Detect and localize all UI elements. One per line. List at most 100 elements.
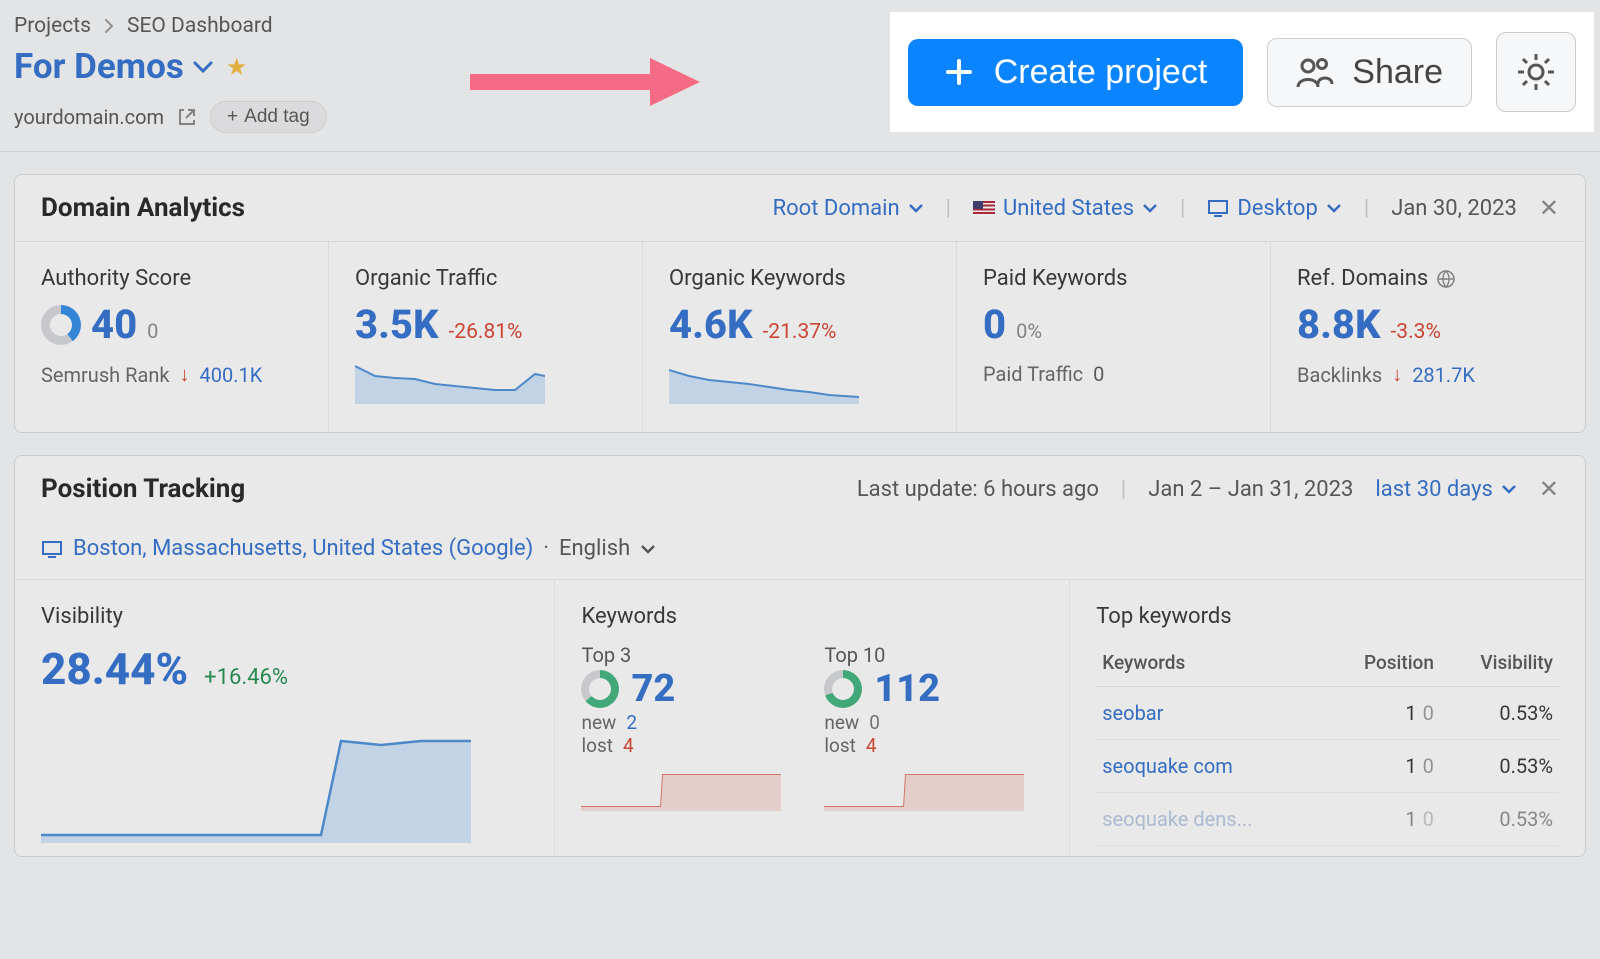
footer-label: Paid Traffic: [983, 362, 1083, 386]
metric-delta: 0%: [1016, 319, 1042, 343]
footer-value[interactable]: 400.1K: [200, 363, 263, 387]
keyword-link[interactable]: seoquake com: [1102, 754, 1233, 778]
pos-a: 1: [1405, 754, 1416, 778]
pos-b: 0: [1423, 754, 1434, 778]
domain-text[interactable]: yourdomain.com: [14, 105, 164, 129]
plus-icon: [944, 57, 974, 87]
visibility-chart: [41, 723, 471, 843]
table-row: seobar 10 0.53%: [1096, 687, 1559, 740]
page-title[interactable]: For Demos: [14, 46, 214, 87]
position-tracking-title: Position Tracking: [41, 474, 245, 504]
date-label: Jan 30, 2023: [1391, 196, 1517, 221]
scope-dropdown[interactable]: Root Domain: [773, 196, 924, 221]
metric-label: Paid Keywords: [983, 266, 1244, 291]
location-selector[interactable]: Boston, Massachusetts, United States (Go…: [15, 522, 1585, 580]
date-preset-dropdown[interactable]: last 30 days: [1375, 477, 1517, 502]
donut-chart-icon: [41, 305, 81, 345]
sparkline-chart: [355, 362, 545, 404]
new-label: new: [824, 711, 859, 734]
top10-label: Top 10: [824, 643, 1043, 667]
project-name: For Demos: [14, 46, 184, 87]
trend-chart: [581, 763, 781, 811]
vis-value: 0.53%: [1440, 793, 1559, 846]
position-tracking-card: Position Tracking Last update: 6 hours a…: [14, 455, 1586, 857]
visibility-column: Visibility 28.44% +16.46%: [15, 580, 555, 856]
footer-value: 0: [1093, 362, 1104, 386]
vis-value: 0.53%: [1440, 687, 1559, 740]
us-flag-icon: [973, 201, 995, 216]
top3-label: Top 3: [581, 643, 800, 667]
lost-label: lost: [581, 734, 612, 757]
settings-button[interactable]: [1496, 32, 1576, 112]
star-icon[interactable]: ★: [226, 53, 248, 81]
visibility-delta: +16.46%: [204, 665, 288, 690]
external-link-icon[interactable]: [178, 108, 196, 126]
table-row: seoquake com 10 0.53%: [1096, 740, 1559, 793]
top-keywords-column: Top keywords Keywords Position Visibilit…: [1070, 580, 1585, 856]
create-project-button[interactable]: Create project: [908, 39, 1244, 106]
metric-value: 4.6K: [669, 301, 753, 348]
close-icon[interactable]: ✕: [1539, 475, 1559, 503]
new-value: 2: [626, 711, 637, 734]
visibility-value: 28.44%: [41, 643, 188, 695]
keywords-column: Keywords Top 3 72 new2 lost4 To: [555, 580, 1070, 856]
keyword-link[interactable]: seobar: [1102, 701, 1163, 725]
globe-icon: [1436, 269, 1456, 289]
metric-label-text: Ref. Domains: [1297, 266, 1428, 291]
pos-a: 1: [1405, 701, 1416, 725]
metric-value: 0: [983, 301, 1006, 348]
action-bar: Create project Share: [890, 12, 1594, 132]
top3-value: 72: [631, 667, 675, 711]
divider: |: [1180, 196, 1185, 221]
region-dropdown[interactable]: United States: [973, 196, 1158, 221]
metric-sub: 0: [147, 319, 158, 343]
region-label: United States: [1003, 196, 1134, 221]
keyword-link[interactable]: seoquake dens...: [1102, 807, 1252, 831]
create-project-label: Create project: [994, 53, 1208, 92]
footer-value[interactable]: 281.7K: [1412, 363, 1475, 387]
breadcrumb-page[interactable]: SEO Dashboard: [127, 14, 273, 38]
metric-paid-keywords: Paid Keywords 0 0% Paid Traffic 0: [957, 242, 1271, 432]
top-keywords-label: Top keywords: [1096, 604, 1559, 629]
breadcrumb-root[interactable]: Projects: [14, 14, 91, 38]
preset-label: last 30 days: [1375, 477, 1493, 502]
divider: |: [946, 196, 951, 221]
metric-ref-domains: Ref. Domains 8.8K -3.3% Backlinks ↓ 281.…: [1271, 242, 1585, 432]
pos-b: 0: [1423, 701, 1434, 725]
divider: |: [1121, 477, 1126, 502]
col-visibility[interactable]: Visibility: [1440, 643, 1559, 687]
add-tag-button[interactable]: + Add tag: [210, 101, 327, 133]
page-header: Projects SEO Dashboard For Demos ★ yourd…: [0, 0, 1600, 152]
metric-organic-keywords: Organic Keywords 4.6K -21.37%: [643, 242, 957, 432]
close-icon[interactable]: ✕: [1539, 194, 1559, 222]
table-row: seoquake dens... 10 0.53%: [1096, 793, 1559, 846]
location-text: Boston, Massachusetts, United States (Go…: [73, 536, 533, 561]
chevron-down-icon: [908, 202, 924, 214]
chevron-down-icon: [640, 543, 656, 555]
breadcrumb-separator-icon: [103, 19, 115, 33]
keywords-label: Keywords: [581, 604, 1043, 629]
footer-label: Semrush Rank: [41, 363, 170, 387]
metric-authority: Authority Score 40 0 Semrush Rank ↓ 400.…: [15, 242, 329, 432]
donut-chart-icon: [581, 670, 619, 708]
top3-block: Top 3 72 new2 lost4: [581, 643, 800, 811]
device-dropdown[interactable]: Desktop: [1207, 196, 1342, 221]
metric-value: 40: [91, 301, 137, 348]
device-label: Desktop: [1237, 196, 1318, 221]
metric-delta: -21.37%: [763, 320, 837, 344]
pos-b: 0: [1423, 807, 1434, 831]
metric-organic-traffic: Organic Traffic 3.5K -26.81%: [329, 242, 643, 432]
chevron-down-icon[interactable]: [192, 59, 214, 75]
divider: |: [1364, 196, 1369, 221]
top10-value: 112: [874, 667, 940, 711]
domain-analytics-title: Domain Analytics: [41, 193, 245, 223]
vis-value: 0.53%: [1440, 740, 1559, 793]
col-keywords[interactable]: Keywords: [1096, 643, 1324, 687]
arrow-down-icon: ↓: [180, 362, 190, 387]
share-button[interactable]: Share: [1267, 38, 1472, 107]
chevron-down-icon: [1326, 202, 1342, 214]
visibility-label: Visibility: [41, 604, 528, 629]
col-position[interactable]: Position: [1325, 643, 1440, 687]
metric-delta: -26.81%: [449, 320, 523, 344]
metric-delta: -3.3%: [1391, 320, 1441, 344]
